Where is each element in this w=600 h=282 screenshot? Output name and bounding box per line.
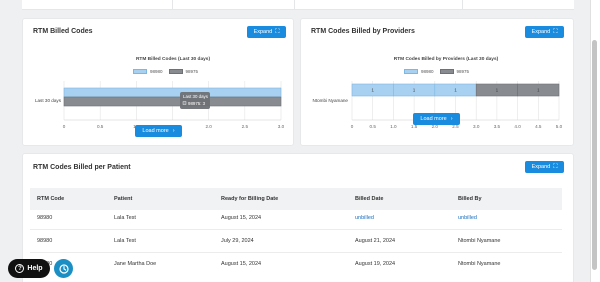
legend-item[interactable]: 98975	[439, 69, 470, 74]
tooltip-swatch	[182, 101, 187, 105]
by-providers-card: RTM Codes Billed by Providers Expand ⛶ R…	[300, 18, 574, 146]
chart-title: RTM Codes Billed by Providers (Last 30 d…	[393, 57, 499, 62]
previous-cards-strip	[22, 0, 574, 10]
cell-rtm-code: 98980	[37, 238, 53, 244]
strip-divider	[294, 0, 295, 10]
chart-legend: 98980 98975	[133, 69, 198, 74]
question-icon: ?	[15, 264, 25, 273]
bar-98980	[63, 87, 282, 98]
chart-legend: 98980 98975	[404, 69, 469, 74]
expand-icon: ⛶	[275, 28, 280, 35]
category-label: Ntombi Nyamane	[313, 98, 349, 103]
x-tick-label: 4.5	[535, 124, 542, 129]
cell-billed-date: unbilled	[355, 215, 374, 221]
card-title: RTM Codes Billed by Providers	[311, 28, 415, 35]
help-button[interactable]: ? Help	[8, 259, 50, 278]
legend-label: 98980	[421, 69, 434, 74]
card-title: RTM Billed Codes	[33, 28, 93, 35]
cell-billed-by: unbilled	[458, 215, 477, 221]
card-title: RTM Codes Billed per Patient	[33, 164, 131, 171]
row-divider	[30, 252, 562, 253]
x-tick-label: 0	[63, 124, 66, 129]
cell-patient: Lala Test	[114, 215, 136, 221]
x-tick-label: 0.5	[97, 124, 104, 129]
by-providers-chart: 0 0.5 1.0 1.5 2.0 2.5 3.0 3.5 4.0 4.5 5.0Ntombi Ny…	[313, 81, 563, 129]
legend-item[interactable]: 98975	[168, 69, 199, 74]
col-header-patient[interactable]: Patient	[114, 196, 132, 202]
x-tick-label: 4.0	[514, 124, 521, 129]
x-tick-label: 1.0	[390, 124, 397, 129]
load-more-button[interactable]: Load more ›	[135, 125, 182, 137]
legend-label: 98975	[185, 69, 199, 74]
expand-label: Expand	[253, 29, 273, 35]
expand-button[interactable]: Expand ⛶	[247, 26, 286, 38]
cell-patient: Lala Test	[114, 238, 136, 244]
expand-icon: ⛶	[553, 28, 558, 35]
legend-swatch	[168, 69, 183, 74]
tooltip-value: 98975: 3	[188, 101, 206, 106]
col-header-billed-date[interactable]: Billed Date	[355, 196, 383, 202]
load-more-label: Load more	[142, 128, 169, 134]
col-header-ready-date[interactable]: Ready for Billing Date	[221, 196, 278, 202]
expand-button[interactable]: Expand ⛶	[525, 161, 564, 173]
legend-item[interactable]: 98980	[133, 69, 163, 74]
category-label: Last 30 days	[35, 98, 62, 103]
history-button[interactable]	[54, 259, 73, 278]
x-tick-label: 3.5	[494, 124, 501, 129]
cell-ready-date: July 29, 2024	[221, 238, 254, 244]
load-more-button[interactable]: Load more ›	[413, 113, 460, 125]
help-label: Help	[27, 265, 43, 272]
x-tick-label: 2.5	[242, 124, 249, 129]
scrollbar-thumb[interactable]	[592, 40, 597, 270]
bar-98975	[63, 96, 282, 107]
cell-billed-by: Ntombi Nyamane	[458, 261, 501, 267]
cell-billed-date: August 21, 2024	[355, 238, 396, 244]
x-tick-label: 0	[351, 124, 354, 129]
clock-icon	[58, 263, 69, 274]
x-tick-label: 3.0	[278, 124, 285, 129]
legend-swatch	[133, 69, 147, 74]
col-header-rtm-code[interactable]: RTM Code	[37, 196, 64, 202]
cell-billed-by: Ntombi Nyamane	[458, 238, 501, 244]
chevron-right-icon: ›	[450, 116, 453, 122]
load-more-label: Load more	[420, 116, 447, 122]
x-tick-label: 3.0	[473, 124, 480, 129]
expand-label: Expand	[531, 29, 551, 35]
legend-label: 98975	[456, 69, 470, 74]
legend-swatch	[439, 69, 454, 74]
legend-item[interactable]: 98980	[404, 69, 434, 74]
x-tick-label: 5.0	[556, 124, 563, 129]
expand-icon: ⛶	[553, 163, 558, 170]
cell-patient: Jane Martha Doe	[114, 261, 157, 267]
strip-divider	[172, 0, 173, 10]
expand-label: Expand	[531, 164, 551, 170]
strip-divider	[462, 0, 463, 10]
cell-billed-date: August 19, 2024	[355, 261, 396, 267]
expand-button[interactable]: Expand ⛶	[525, 26, 564, 38]
billed-codes-card: RTM Billed Codes Expand ⛶ RTM Billed Cod…	[22, 18, 294, 146]
legend-label: 98980	[150, 69, 163, 74]
cell-rtm-code: 98980	[37, 215, 53, 221]
table-header	[30, 188, 562, 210]
legend-swatch	[404, 69, 418, 74]
chevron-right-icon: ›	[172, 128, 175, 134]
tooltip-title: Last 30 days	[183, 94, 209, 99]
cell-ready-date: August 15, 2024	[221, 215, 262, 221]
x-tick-label: 0.5	[370, 124, 377, 129]
cell-ready-date: August 15, 2024	[221, 261, 262, 267]
row-divider	[30, 229, 562, 230]
x-tick-label: 2.0	[205, 124, 212, 129]
chart-title: RTM Billed Codes (Last 30 days)	[135, 57, 211, 62]
col-header-billed-by[interactable]: Billed By	[458, 196, 482, 202]
